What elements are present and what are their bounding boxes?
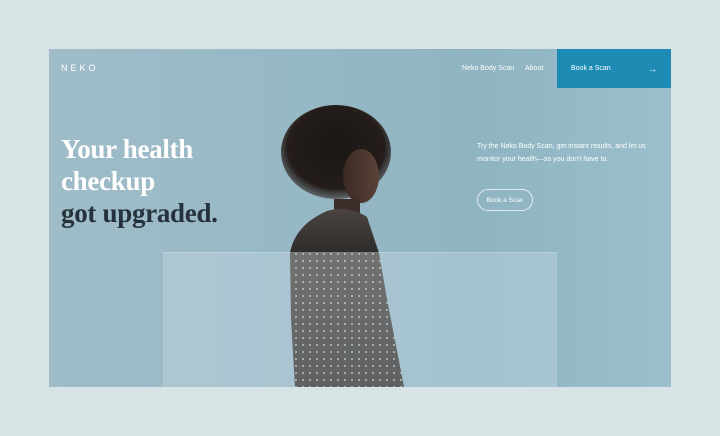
hero-headline: Your health checkup got upgraded. (61, 133, 218, 229)
hero-headline-line-2: checkup (61, 166, 155, 196)
hero-description: Try the Neko Body Scan, get instant resu… (477, 143, 646, 163)
brand-logo[interactable]: NEKO (61, 63, 99, 73)
arrow-right-icon: → (648, 63, 657, 74)
book-scan-header-button[interactable]: Book a Scan → (557, 49, 671, 88)
nav-link-about[interactable]: About (525, 65, 543, 72)
hero-headline-line-1: Your health (61, 134, 193, 164)
scan-glass-panel (163, 252, 557, 387)
nav-link-body-scan[interactable]: Neko Body Scan (462, 65, 514, 72)
hero-headline-line-3: got upgraded. (61, 198, 218, 228)
book-scan-hero-button[interactable]: Book a Scan (477, 189, 533, 211)
book-scan-header-label: Book a Scan (571, 65, 611, 72)
hero-section: NEKO Neko Body Scan About Book a Scan → … (49, 49, 671, 387)
